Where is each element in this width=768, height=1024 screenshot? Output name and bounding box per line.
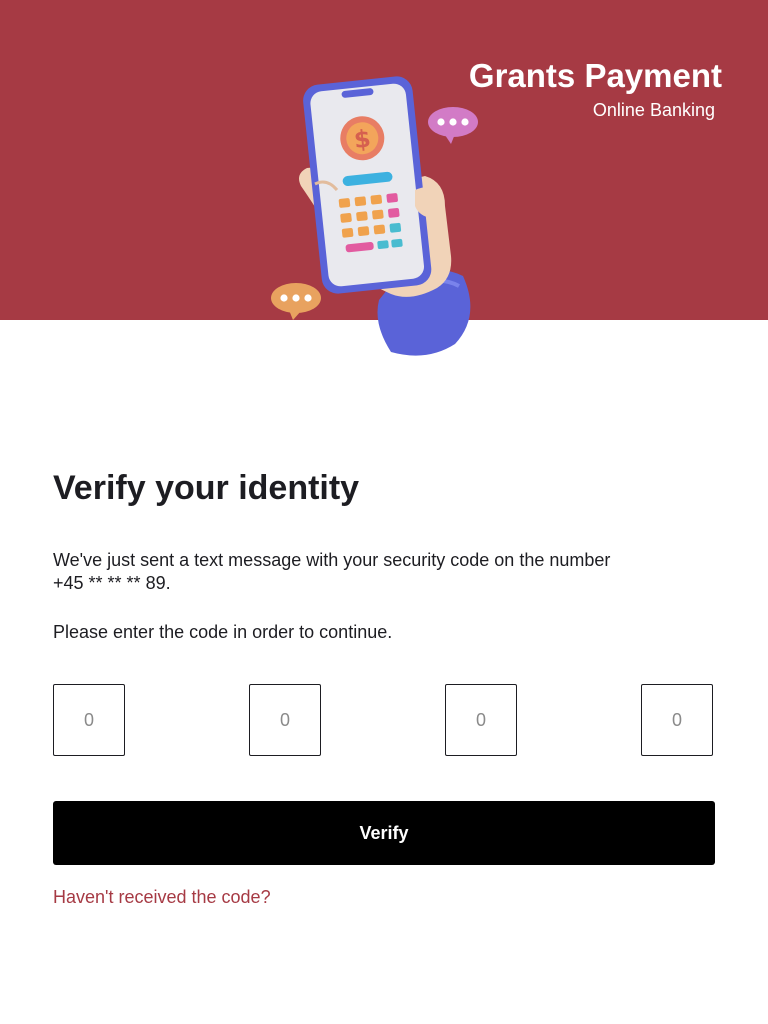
verify-button[interactable]: Verify — [53, 801, 715, 865]
hand-holding-phone-icon: $ — [271, 76, 478, 356]
sms-sent-message: We've just sent a text message with your… — [53, 549, 673, 595]
brand-subtitle: Online Banking — [592, 100, 715, 120]
verification-page: Grants Payment Online Banking $ Verify y… — [0, 0, 768, 1024]
code-digit-1-input[interactable] — [53, 684, 125, 756]
sms-message-line: We've just sent a text message with your… — [53, 550, 611, 570]
resend-code-link[interactable]: Haven't received the code? — [53, 885, 271, 909]
chat-bubble-right-icon — [428, 107, 478, 144]
instruction-text: Please enter the code in order to contin… — [53, 622, 393, 642]
brand-title: Grants Payment — [468, 57, 722, 94]
code-digit-4-input[interactable] — [641, 684, 713, 756]
masked-phone-number: +45 ** ** ** 89. — [53, 573, 171, 593]
svg-text:$: $ — [353, 124, 373, 154]
page-title: Verify your identity — [53, 469, 360, 507]
chat-bubble-left-icon — [271, 283, 321, 320]
code-digit-2-input[interactable] — [249, 684, 321, 756]
code-digit-3-input[interactable] — [445, 684, 517, 756]
